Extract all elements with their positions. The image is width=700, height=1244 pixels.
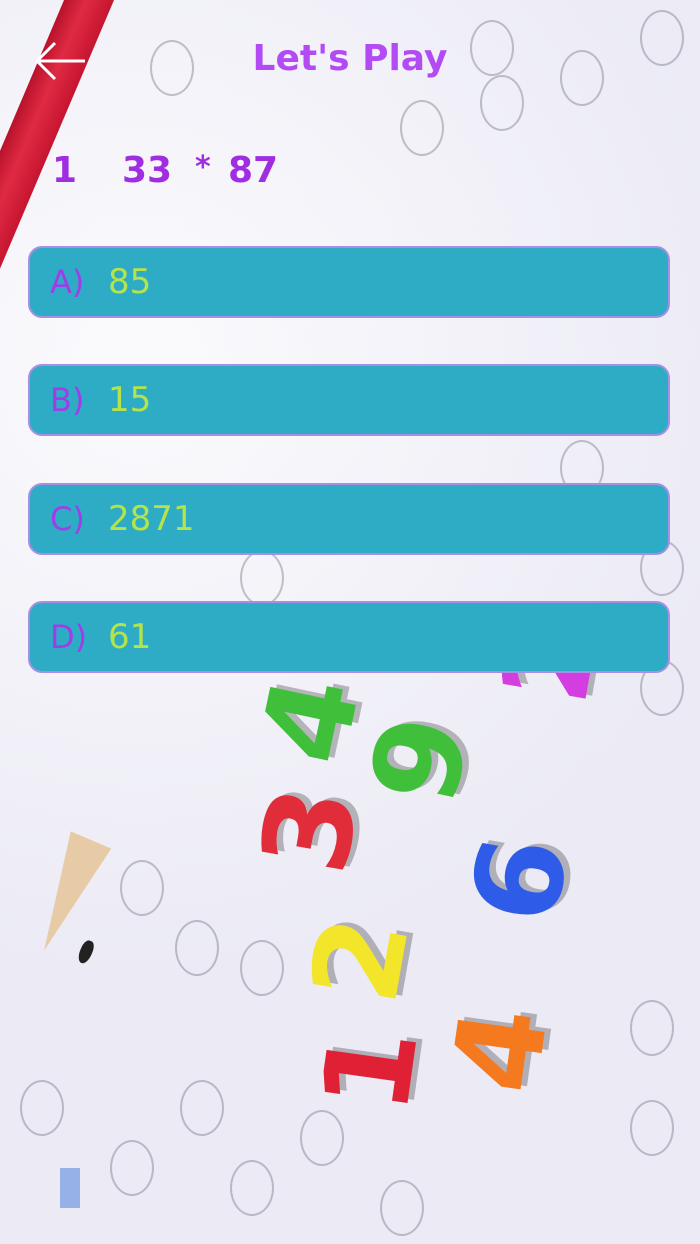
answer-bubble-decoration bbox=[120, 860, 164, 916]
answer-bubble-decoration bbox=[630, 1000, 674, 1056]
pencil-tip-decoration bbox=[23, 831, 112, 960]
answer-bubble-decoration bbox=[180, 1080, 224, 1136]
option-value: 2871 bbox=[108, 499, 195, 539]
answer-bubble-decoration bbox=[230, 1160, 274, 1216]
page-title: Let's Play bbox=[252, 38, 448, 79]
wooden-number-decoration: 6 bbox=[445, 826, 597, 934]
question-number: 1 bbox=[52, 150, 78, 191]
pencil-decoration bbox=[0, 0, 141, 887]
answer-bubble-decoration bbox=[175, 920, 219, 976]
question-operator: * bbox=[195, 150, 211, 185]
option-letter: B) bbox=[50, 381, 85, 419]
answer-bubble-decoration bbox=[20, 1080, 64, 1136]
option-value: 15 bbox=[108, 380, 152, 420]
question-operand-a: 33 bbox=[122, 150, 173, 191]
answer-bubble-decoration bbox=[240, 940, 284, 996]
option-letter: C) bbox=[50, 500, 85, 538]
option-value: 61 bbox=[108, 617, 152, 657]
option-c-button[interactable]: C) 2871 bbox=[28, 483, 670, 555]
answer-bubble-decoration bbox=[380, 1180, 424, 1236]
answer-bubble-decoration bbox=[110, 1140, 154, 1196]
wooden-number-decoration: 1 bbox=[296, 1018, 446, 1121]
wooden-number-decoration: 2 bbox=[285, 906, 437, 1014]
option-letter: A) bbox=[50, 263, 85, 301]
wooden-number-decoration: 4 bbox=[426, 998, 576, 1101]
answer-bubble-decoration bbox=[300, 1110, 344, 1166]
option-b-button[interactable]: B) 15 bbox=[28, 364, 670, 436]
answer-bubble-decoration bbox=[630, 1100, 674, 1156]
option-value: 85 bbox=[108, 262, 152, 302]
pencil-lead-decoration bbox=[75, 938, 97, 966]
option-d-button[interactable]: D) 61 bbox=[28, 601, 670, 673]
answer-bubble-decoration bbox=[400, 100, 444, 156]
selection-highlight bbox=[60, 1168, 80, 1208]
answer-bubble-decoration bbox=[240, 550, 284, 606]
answer-bubble-decoration bbox=[480, 75, 524, 131]
question-operand-b: 87 bbox=[228, 150, 279, 191]
option-a-button[interactable]: A) 85 bbox=[28, 246, 670, 318]
option-letter: D) bbox=[50, 618, 88, 656]
wooden-number-decoration: 3 bbox=[235, 776, 387, 884]
wooden-number-decoration: 9 bbox=[344, 704, 498, 816]
